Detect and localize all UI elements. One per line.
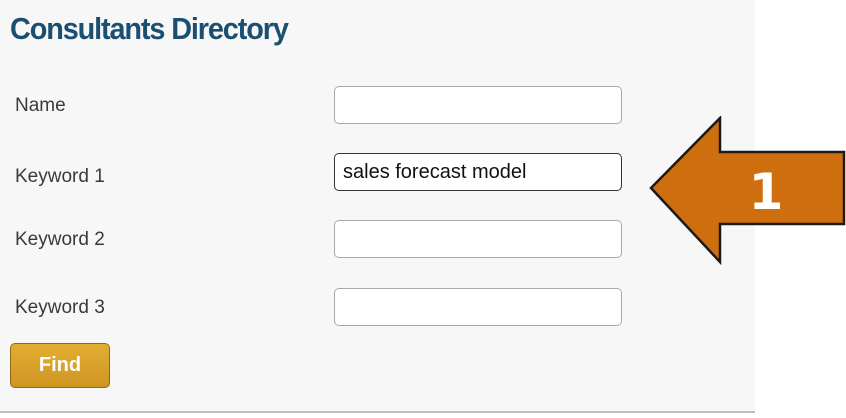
search-form-panel: Consultants Directory Name Keyword 1 Key… xyxy=(0,0,755,413)
name-field[interactable] xyxy=(334,86,622,124)
keyword-1-label: Keyword 1 xyxy=(15,166,105,187)
name-label: Name xyxy=(15,95,66,116)
page-title: Consultants Directory xyxy=(10,11,289,46)
arrow-shape xyxy=(649,116,846,266)
keyword-3-label: Keyword 3 xyxy=(15,297,105,318)
step-callout-arrow: 1 xyxy=(648,116,846,268)
left-arrow-icon: 1 xyxy=(649,116,846,266)
keyword-2-field[interactable] xyxy=(334,220,622,258)
keyword-1-field[interactable] xyxy=(334,153,622,191)
keyword-2-label: Keyword 2 xyxy=(15,229,105,250)
find-button[interactable]: Find xyxy=(10,343,110,388)
keyword-3-field[interactable] xyxy=(334,288,622,326)
step-number: 1 xyxy=(749,163,784,221)
